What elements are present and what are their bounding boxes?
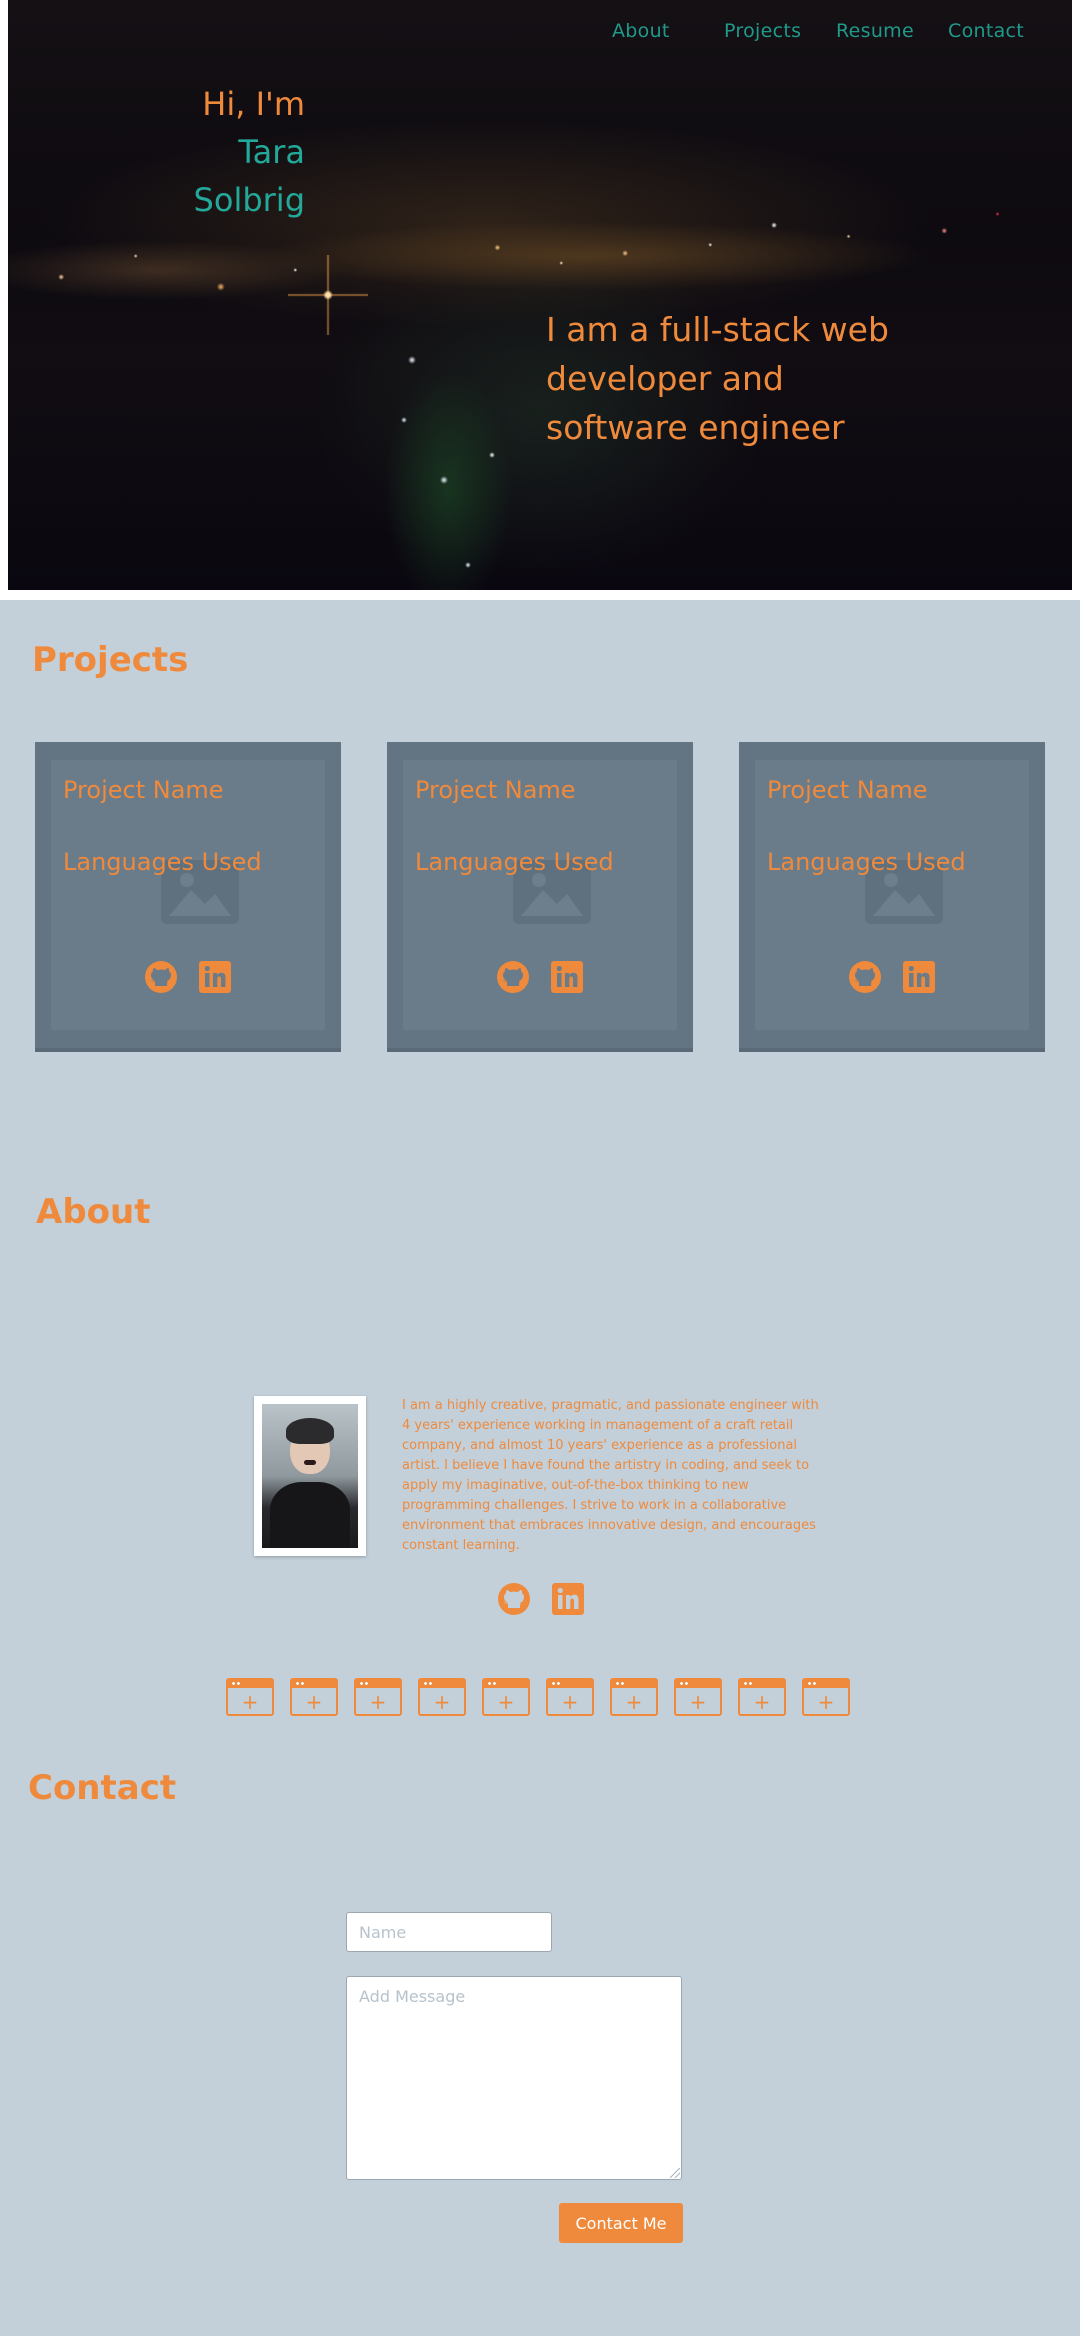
nav-projects-link[interactable]: Projects: [724, 20, 801, 42]
add-window-icon[interactable]: +: [418, 1678, 466, 1716]
linkedin-icon[interactable]: [902, 960, 936, 994]
hero-tagline: I am a full-stack web developer and soft…: [546, 310, 889, 447]
linkedin-icon[interactable]: [198, 960, 232, 994]
nav-about-link[interactable]: About: [612, 20, 670, 42]
add-window-icon[interactable]: +: [354, 1678, 402, 1716]
nav-contact-link[interactable]: Contact: [948, 20, 1024, 42]
plus-icon: +: [689, 1690, 707, 1714]
project-card-inner: Project Name Languages Used: [755, 760, 1029, 1030]
about-social-links: [497, 1582, 585, 1616]
project-card-inner: Project Name Languages Used: [403, 760, 677, 1030]
plus-icon: +: [497, 1690, 515, 1714]
plus-icon: +: [817, 1690, 835, 1714]
add-window-icon[interactable]: +: [738, 1678, 786, 1716]
project-links: [403, 960, 677, 994]
hero-last-name: Solbrig: [193, 181, 305, 219]
window-dots: [232, 1682, 242, 1685]
about-section-title: About: [36, 1192, 151, 1232]
window-dots: [616, 1682, 626, 1685]
add-window-icon[interactable]: +: [610, 1678, 658, 1716]
nav-resume-link[interactable]: Resume: [836, 20, 914, 42]
top-nav: About Projects Resume Contact: [0, 20, 1080, 50]
hero-first-name: Tara: [238, 133, 305, 171]
project-card[interactable]: Project Name Languages Used: [35, 742, 341, 1052]
window-dots: [360, 1682, 370, 1685]
hero-background-starburst: [288, 255, 368, 335]
project-name: Project Name: [415, 776, 576, 804]
contact-me-button[interactable]: Contact Me: [559, 2203, 683, 2243]
plus-icon: +: [241, 1690, 259, 1714]
add-window-icon[interactable]: +: [802, 1678, 850, 1716]
window-dots: [552, 1682, 562, 1685]
textarea-resize-handle[interactable]: [670, 2168, 680, 2178]
github-icon[interactable]: [144, 960, 178, 994]
linkedin-icon[interactable]: [551, 1582, 585, 1616]
add-window-icon[interactable]: +: [674, 1678, 722, 1716]
add-window-icon[interactable]: +: [226, 1678, 274, 1716]
name-input[interactable]: [346, 1912, 552, 1952]
contact-section-title: Contact: [28, 1768, 177, 1808]
project-languages: Languages Used: [415, 848, 614, 876]
github-icon[interactable]: [496, 960, 530, 994]
window-dots: [296, 1682, 306, 1685]
project-card[interactable]: Project Name Languages Used: [387, 742, 693, 1052]
skills-row: + + + + + + + + + +: [226, 1678, 850, 1716]
hero-hi: Hi, I'm: [202, 85, 305, 123]
plus-icon: +: [369, 1690, 387, 1714]
window-dots: [744, 1682, 754, 1685]
project-name: Project Name: [767, 776, 928, 804]
window-dots: [808, 1682, 818, 1685]
hero-frame: Hi, I'm Tara Solbrig I am a full-stack w…: [0, 0, 1080, 600]
message-input[interactable]: [346, 1976, 682, 2180]
linkedin-icon[interactable]: [550, 960, 584, 994]
plus-icon: +: [433, 1690, 451, 1714]
photo-lips: [304, 1460, 316, 1465]
plus-icon: +: [753, 1690, 771, 1714]
photo-body: [270, 1482, 350, 1548]
hero-greeting: Hi, I'm Tara Solbrig: [194, 80, 305, 224]
profile-photo-frame: [254, 1396, 366, 1556]
github-icon[interactable]: [848, 960, 882, 994]
profile-photo: [262, 1404, 358, 1548]
hero-banner: Hi, I'm Tara Solbrig I am a full-stack w…: [8, 0, 1072, 590]
project-languages: Languages Used: [63, 848, 262, 876]
add-window-icon[interactable]: +: [546, 1678, 594, 1716]
window-dots: [680, 1682, 690, 1685]
project-card[interactable]: Project Name Languages Used: [739, 742, 1045, 1052]
project-name: Project Name: [63, 776, 224, 804]
window-dots: [488, 1682, 498, 1685]
plus-icon: +: [625, 1690, 643, 1714]
add-window-icon[interactable]: +: [482, 1678, 530, 1716]
plus-icon: +: [305, 1690, 323, 1714]
add-window-icon[interactable]: +: [290, 1678, 338, 1716]
project-links: [755, 960, 1029, 994]
about-bio: I am a highly creative, pragmatic, and p…: [402, 1398, 819, 1553]
photo-hair: [286, 1418, 334, 1444]
project-links: [51, 960, 325, 994]
plus-icon: +: [561, 1690, 579, 1714]
project-card-inner: Project Name Languages Used: [51, 760, 325, 1030]
window-dots: [424, 1682, 434, 1685]
github-icon[interactable]: [497, 1582, 531, 1616]
project-languages: Languages Used: [767, 848, 966, 876]
projects-section-title: Projects: [32, 640, 189, 680]
